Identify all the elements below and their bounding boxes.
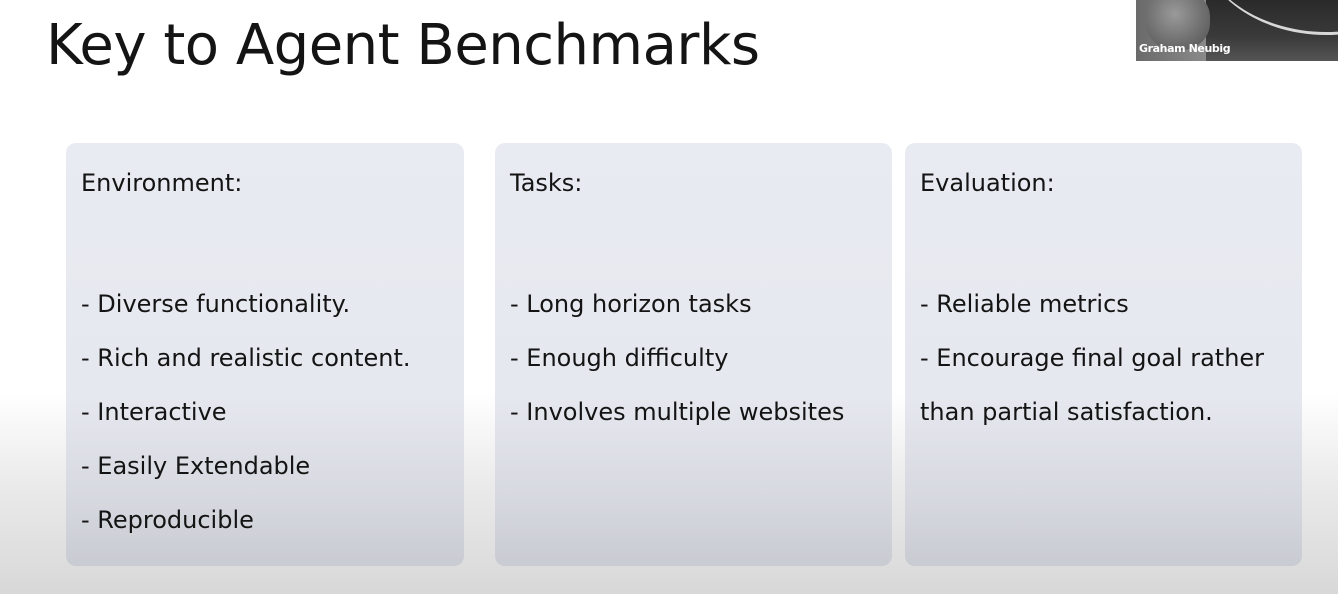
participant-video-tile[interactable]: Graham Neubig [1136,0,1338,61]
list-item: - Rich and realistic content. [81,344,411,372]
card-heading-tasks: Tasks: [510,169,583,197]
card-environment: Environment: - Diverse functionality. - … [66,143,464,566]
card-evaluation: Evaluation: - Reliable metrics - Encoura… [905,143,1302,566]
card-tasks: Tasks: - Long horizon tasks - Enough dif… [495,143,892,566]
list-item: - Diverse functionality. [81,290,351,318]
card-list-evaluation: - Reliable metrics - Encourage final goa… [920,277,1264,439]
list-item: - Interactive [81,398,227,426]
list-item: than partial satisfaction. [920,398,1213,426]
list-item: - Reproducible [81,506,254,534]
card-heading-environment: Environment: [81,169,243,197]
list-item: - Involves multiple websites [510,398,845,426]
participant-name-label: Graham Neubig [1139,42,1231,55]
list-item: - Enough difficulty [510,344,729,372]
list-item: - Encourage final goal rather [920,344,1265,372]
list-item: - Long horizon tasks [510,290,752,318]
list-item: - Reliable metrics [920,290,1129,318]
card-list-environment: - Diverse functionality. - Rich and real… [81,277,411,547]
slide-title: Key to Agent Benchmarks [46,13,760,78]
card-heading-evaluation: Evaluation: [920,169,1055,197]
list-item: - Easily Extendable [81,452,311,480]
card-list-tasks: - Long horizon tasks - Enough difficulty… [510,277,844,439]
